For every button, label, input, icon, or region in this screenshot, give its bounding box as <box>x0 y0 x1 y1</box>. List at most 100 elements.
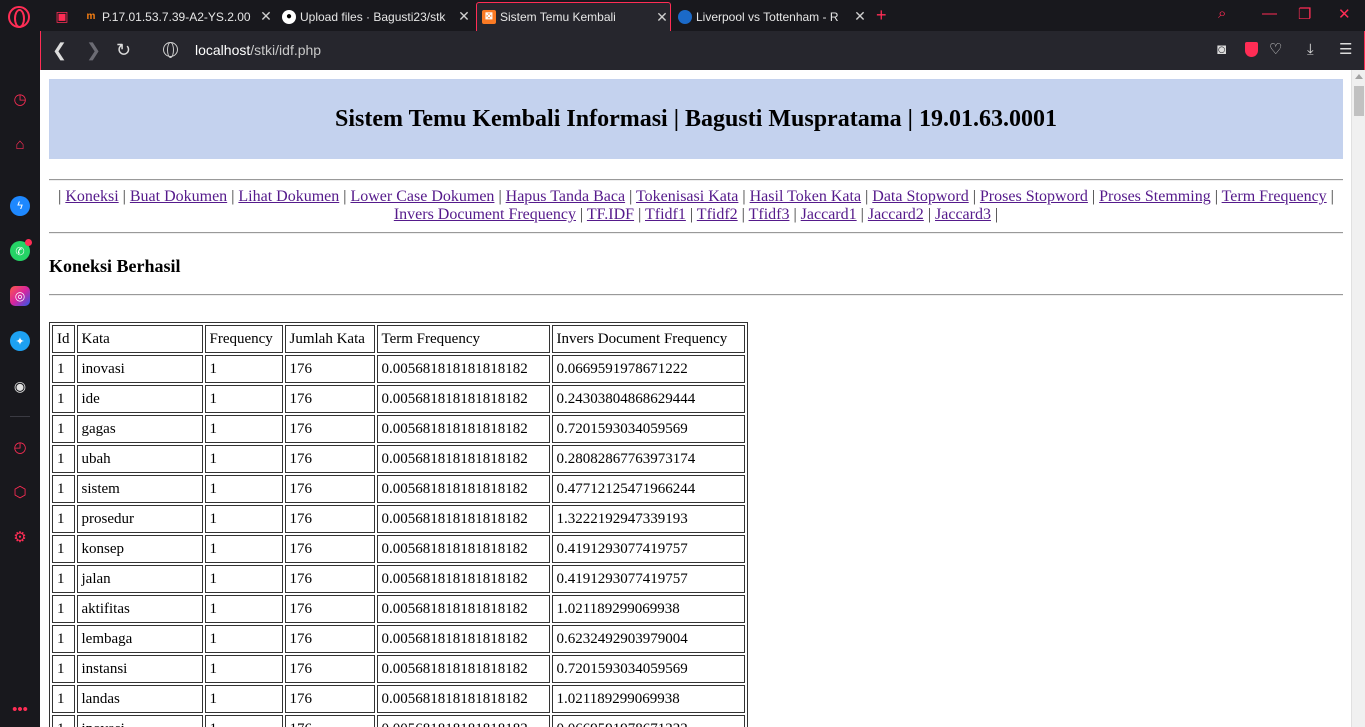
sidebar-divider <box>10 416 30 417</box>
nav-link-buat-dokumen[interactable]: Buat Dokumen <box>130 188 227 205</box>
adblock-shield-icon[interactable] <box>1245 42 1258 57</box>
table-row: 1 instansi 1 176 0.005681818181818182 0.72015… <box>52 655 745 683</box>
table-row: 1 prosedur 1 176 0.005681818181818182 1.32221… <box>52 505 745 533</box>
table-cell: 0.005681818181818182 <box>376 655 550 683</box>
site-info-icon[interactable] <box>163 42 178 58</box>
nav-link-jaccard1[interactable]: Jaccard1 <box>801 206 857 223</box>
opera-menu-icon[interactable] <box>8 6 30 28</box>
close-icon[interactable]: ✕ <box>258 8 274 25</box>
column-header: Jumlah Kata <box>284 325 375 353</box>
sidebar: ◷ ⌂ ϟ ✆ ◎ ✦ ◉ ◴ ⬡ ⚙ ••• <box>0 31 40 727</box>
nav-link-jaccard2[interactable]: Jaccard2 <box>868 206 924 223</box>
table-cell: 0.005681818181818182 <box>376 625 550 653</box>
table-cell: 1 <box>204 355 283 383</box>
nav-link-proses-stopword[interactable]: Proses Stopword <box>980 188 1088 205</box>
table-cell: 1 <box>204 385 283 413</box>
table-cell: 1 <box>204 475 283 503</box>
nav-link-lower-case-dokumen[interactable]: Lower Case Dokumen <box>350 188 494 205</box>
nav-link-tf-idf[interactable]: TF.IDF <box>587 206 634 223</box>
table-cell: 1 <box>204 655 283 683</box>
table-cell: 1 <box>204 505 283 533</box>
nav-link-lihat-dokumen[interactable]: Lihat Dokumen <box>238 188 339 205</box>
instagram-icon[interactable]: ◎ <box>10 286 30 306</box>
column-header: Frequency <box>204 325 283 353</box>
tab-liverpool[interactable]: Liverpool vs Tottenham - R ✕ <box>678 2 868 31</box>
tab-moodle[interactable]: m P.17.01.53.7.39-A2-YS.2.00 ✕ <box>84 2 274 31</box>
new-tab-icon[interactable]: + <box>876 6 887 24</box>
speed-dial-icon[interactable]: ◷ <box>10 89 30 109</box>
table-row: 1 landas 1 176 0.005681818181818182 1.0211892… <box>52 685 745 713</box>
table-cell: inovasi <box>76 715 203 727</box>
history-icon[interactable]: ◴ <box>10 437 30 457</box>
restore-icon[interactable]: ❐ <box>1298 5 1311 23</box>
nav-link-proses-stemming[interactable]: Proses Stemming <box>1099 188 1211 205</box>
minimize-icon[interactable]: — <box>1262 5 1277 22</box>
table-cell: 1 <box>52 415 75 443</box>
table-cell: 0.7201593034059569 <box>551 655 745 683</box>
table-row: 1inovasi11760.0056818181818181820.066959… <box>52 715 745 727</box>
close-icon[interactable]: ✕ <box>456 8 472 25</box>
nav-link-hasil-token-kata[interactable]: Hasil Token Kata <box>750 188 861 205</box>
extensions-icon[interactable]: ⬡ <box>10 482 30 502</box>
table-cell: 1 <box>52 595 75 623</box>
table-cell: sistem <box>76 475 203 503</box>
twitter-icon[interactable]: ✦ <box>10 331 30 351</box>
snapshot-icon[interactable]: ◙ <box>1217 41 1226 59</box>
scroll-thumb[interactable] <box>1354 86 1364 116</box>
whatsapp-icon[interactable]: ✆ <box>10 239 32 261</box>
table-cell: 0.005681818181818182 <box>376 565 550 593</box>
table-cell: 176 <box>284 715 375 727</box>
table-cell: 0.005681818181818182 <box>376 355 550 383</box>
moodle-icon: m <box>86 10 96 22</box>
download-icon[interactable]: ⤓ <box>1307 41 1314 59</box>
close-icon[interactable]: ✕ <box>654 9 670 26</box>
tab-github[interactable]: ● Upload files · Bagusti23/stk ✕ <box>282 2 472 31</box>
address-bar: ❮ ❯ ↻ localhost/stki/idf.php ◙ ♡ ⤓ ☰ <box>40 31 1365 70</box>
table-cell: 0.4191293077419757 <box>551 565 745 593</box>
table-cell: 1 <box>52 505 75 533</box>
table-cell: 0.005681818181818182 <box>376 445 550 473</box>
forward-icon[interactable]: ❯ <box>86 40 101 60</box>
url-path: /stki/idf.php <box>250 42 322 58</box>
nav-link-tfidf3[interactable]: Tfidf3 <box>749 206 790 223</box>
nav-link-tfidf1[interactable]: Tfidf1 <box>645 206 686 223</box>
easy-setup-icon[interactable]: ☰ <box>1339 41 1352 59</box>
reload-icon[interactable]: ↻ <box>116 40 131 60</box>
url-field[interactable]: localhost/stki/idf.php <box>195 42 321 58</box>
table-cell: 176 <box>284 685 375 713</box>
search-tabs-icon[interactable]: ⌕ <box>1218 5 1226 22</box>
more-icon[interactable]: ••• <box>10 699 30 719</box>
page-scrollbar[interactable] <box>1351 70 1365 727</box>
table-row: 1 sistem 1 176 0.005681818181818182 0.4771212… <box>52 475 745 503</box>
table-cell: inovasi <box>76 355 203 383</box>
bookmark-heart-icon[interactable]: ♡ <box>1269 41 1282 59</box>
back-icon[interactable]: ❮ <box>52 40 67 60</box>
close-window-icon[interactable]: ✕ <box>1338 5 1351 23</box>
gx-control-icon[interactable]: ▣ <box>46 2 78 31</box>
table-cell: 0.005681818181818182 <box>376 505 550 533</box>
table-cell: 0.005681818181818182 <box>376 535 550 563</box>
nav-link-data-stopword[interactable]: Data Stopword <box>872 188 968 205</box>
nav-link-term-frequency[interactable]: Term Frequency <box>1222 188 1327 205</box>
nav-link-invers-document-frequency[interactable]: Invers Document Frequency <box>394 206 576 223</box>
table-cell: ubah <box>76 445 203 473</box>
table-cell: 1 <box>52 475 75 503</box>
tab-title: Upload files · Bagusti23/stk <box>300 9 446 24</box>
table-cell: 176 <box>284 445 375 473</box>
tab-sistem-temu-kembali[interactable]: ⊠ Sistem Temu Kembali ✕ <box>476 2 671 31</box>
messenger-icon[interactable]: ϟ <box>10 196 30 216</box>
table-cell: 0.0669591978671222 <box>551 715 745 727</box>
scroll-up-arrow-icon[interactable] <box>1355 74 1363 79</box>
nav-link-tfidf2[interactable]: Tfidf2 <box>697 206 738 223</box>
gx-corner-icon[interactable]: ⌂ <box>10 134 30 154</box>
edge-icon <box>678 9 692 24</box>
nav-link-jaccard3[interactable]: Jaccard3 <box>935 206 991 223</box>
nav-link-koneksi[interactable]: Koneksi <box>65 188 118 205</box>
table-cell: 176 <box>284 355 375 383</box>
table-cell: 0.005681818181818182 <box>376 415 550 443</box>
nav-link-tokenisasi-kata[interactable]: Tokenisasi Kata <box>636 188 738 205</box>
discord-icon[interactable]: ◉ <box>10 376 30 396</box>
close-icon[interactable]: ✕ <box>852 8 868 25</box>
nav-link-hapus-tanda-baca[interactable]: Hapus Tanda Baca <box>506 188 625 205</box>
settings-gear-icon[interactable]: ⚙ <box>10 527 30 547</box>
